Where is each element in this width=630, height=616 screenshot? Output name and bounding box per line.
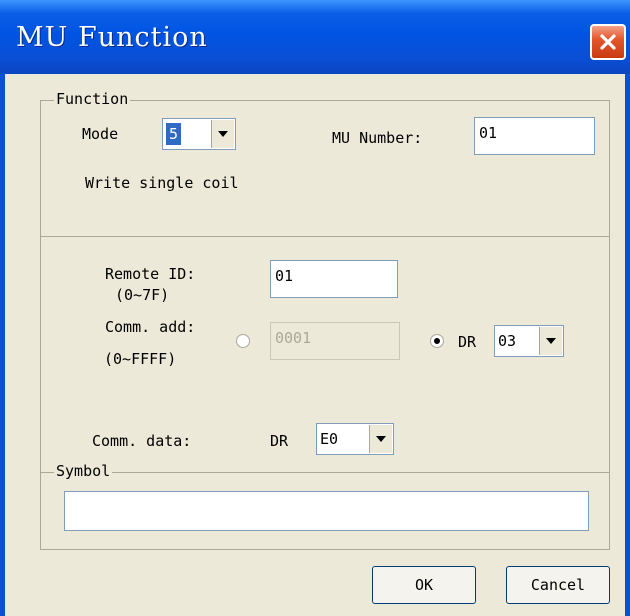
title-bar[interactable]: MU Function xyxy=(0,0,630,74)
remote-id-range: (0~7F) xyxy=(115,286,170,304)
divider xyxy=(41,236,609,237)
comm-data-label: Comm. data: xyxy=(92,432,192,450)
comm-add-radio[interactable] xyxy=(236,334,250,348)
function-group-label: Function xyxy=(54,90,131,108)
window-frame-right xyxy=(625,74,630,616)
remote-id-input[interactable]: 01 xyxy=(270,260,398,298)
symbol-input[interactable] xyxy=(64,491,589,531)
comm-data-dr-label: DR xyxy=(270,432,289,450)
comm-data-dropdown-arrow[interactable] xyxy=(369,425,392,453)
mu-number-input[interactable]: 01 xyxy=(474,117,595,155)
comm-data-dropdown[interactable]: E0 xyxy=(316,423,394,455)
mode-value: 5 xyxy=(166,123,182,145)
mu-number-label: MU Number: xyxy=(332,129,423,147)
dr-dropdown[interactable]: 03 xyxy=(494,325,564,357)
mode-label: Mode xyxy=(82,125,119,143)
symbol-label: Symbol xyxy=(54,462,113,480)
mode-dropdown-arrow[interactable] xyxy=(211,120,234,148)
symbol-divider xyxy=(41,472,609,473)
window-title: MU Function xyxy=(16,22,208,53)
dr-radio-label: DR xyxy=(458,333,477,351)
comm-add-label: Comm. add: xyxy=(105,318,196,336)
chevron-down-icon xyxy=(218,131,228,137)
dr-value: 03 xyxy=(498,332,517,350)
cancel-button[interactable]: Cancel xyxy=(506,566,610,604)
comm-data-value: E0 xyxy=(320,430,339,448)
remote-id-label: Remote ID: xyxy=(105,265,196,283)
mode-dropdown[interactable]: 5 xyxy=(162,118,236,150)
comm-add-input[interactable]: 0001 xyxy=(270,322,400,360)
dr-radio[interactable] xyxy=(430,334,444,348)
dr-dropdown-arrow[interactable] xyxy=(539,327,562,355)
ok-button[interactable]: OK xyxy=(372,566,476,604)
comm-add-range: (0~FFFF) xyxy=(104,350,177,368)
chevron-down-icon xyxy=(376,436,386,442)
window-frame-left xyxy=(0,74,5,616)
close-button[interactable] xyxy=(590,24,626,60)
chevron-down-icon xyxy=(546,338,556,344)
mu-function-dialog: MU Function Function Mode 5 MU Number: 0… xyxy=(0,0,630,616)
function-description: Write single coil xyxy=(85,174,239,192)
